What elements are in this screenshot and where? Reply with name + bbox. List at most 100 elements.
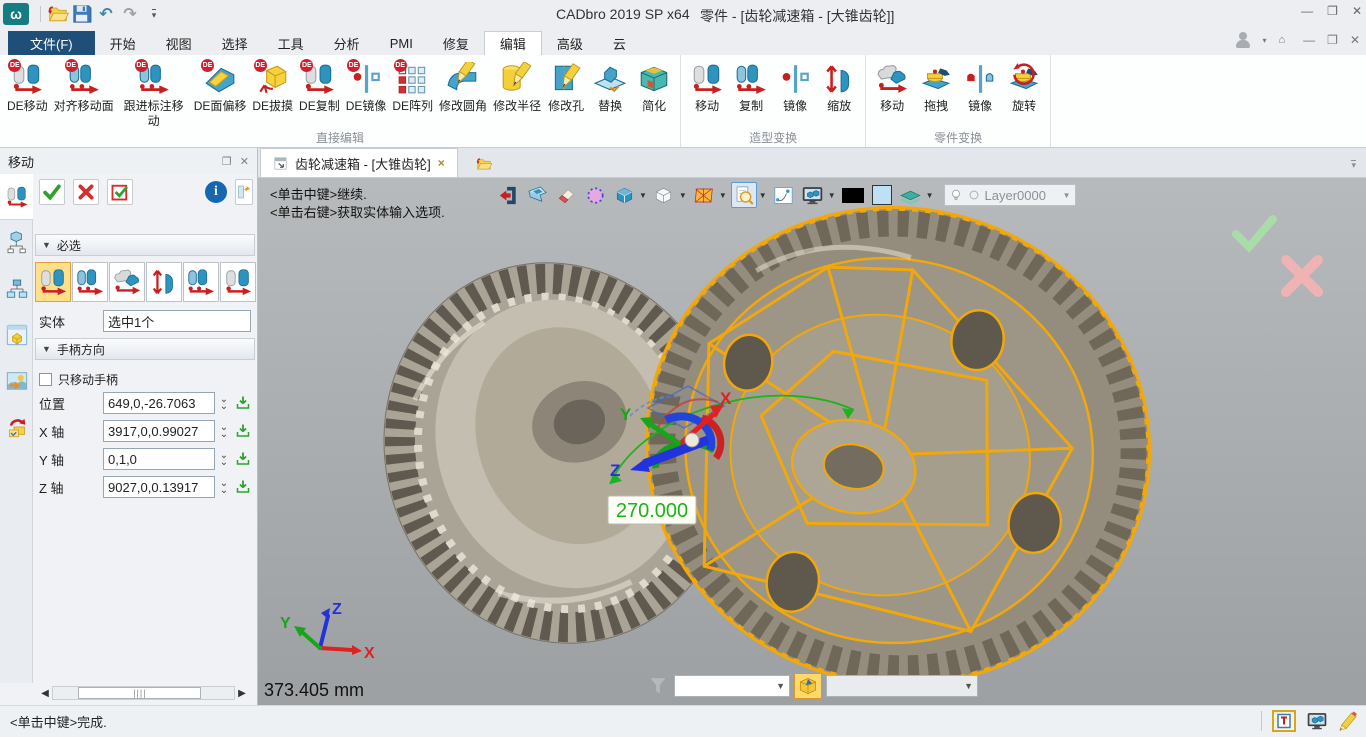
tab-analyze[interactable]: 分析 bbox=[319, 31, 375, 55]
view-orientation-button[interactable] bbox=[691, 182, 717, 208]
move-handle-only-checkbox[interactable] bbox=[39, 373, 52, 386]
quick-access-more-button[interactable]: ▾ bbox=[152, 9, 157, 19]
section-handle-direction[interactable]: ▼ 手柄方向 bbox=[35, 338, 255, 360]
y-axis-field[interactable]: 0,1,0 bbox=[103, 448, 215, 470]
panel-restore-icon[interactable]: ❐ bbox=[222, 155, 232, 168]
pick-from-scene-icon[interactable] bbox=[235, 451, 251, 467]
exit-button[interactable] bbox=[495, 182, 521, 208]
layers-button[interactable] bbox=[898, 182, 924, 208]
tab-select[interactable]: 选择 bbox=[207, 31, 263, 55]
button-shape-copy[interactable]: 复制 bbox=[729, 57, 773, 116]
pick-from-scene-icon[interactable] bbox=[235, 479, 251, 495]
entity-field[interactable]: 选中1个 bbox=[103, 310, 251, 332]
section-required[interactable]: ▼ 必选 bbox=[35, 234, 255, 256]
monitor-icon[interactable] bbox=[1306, 710, 1328, 732]
chevron-down-icon[interactable]: ▼ bbox=[828, 191, 836, 200]
mode-frame-move-button[interactable] bbox=[183, 262, 219, 302]
button-replace[interactable]: 替换 bbox=[588, 57, 632, 116]
mode-align-move-button[interactable] bbox=[220, 262, 256, 302]
chevron-down-icon[interactable]: ▼ bbox=[679, 191, 687, 200]
chevron-down-icon[interactable]: ⌄⌄ bbox=[215, 424, 233, 438]
button-de-copy[interactable]: DEDE复制 bbox=[296, 57, 343, 116]
doc-minimize-button[interactable]: — bbox=[1303, 33, 1315, 47]
edit-pencil-icon[interactable] bbox=[1338, 711, 1358, 731]
button-part-drag[interactable]: 拖拽 bbox=[914, 57, 958, 116]
panel-close-icon[interactable]: ✕ bbox=[240, 155, 249, 168]
x-axis-field[interactable]: 3917,0,0.99027 bbox=[103, 420, 215, 442]
render-settings-button[interactable] bbox=[800, 182, 826, 208]
button-align-move-face[interactable]: DE对齐移动面 bbox=[51, 57, 117, 116]
layer-combobox[interactable]: Layer0000 ▼ bbox=[944, 184, 1076, 206]
filter-funnel-icon[interactable] bbox=[646, 674, 670, 698]
tab-advanced[interactable]: 高级 bbox=[542, 31, 598, 55]
scroll-left-icon[interactable]: ◀ bbox=[38, 688, 52, 699]
button-de-mirror[interactable]: DEDE镜像 bbox=[343, 57, 390, 116]
model-scene[interactable]: X Y Z 270.000 Z X Y bbox=[258, 178, 1366, 705]
secondary-combobox[interactable]: ▼ bbox=[826, 675, 978, 697]
button-de-move[interactable]: DEDE移动 bbox=[4, 57, 51, 116]
viewport[interactable]: X Y Z 270.000 Z X Y <单击中键>继续. <单击右键>获取实体… bbox=[258, 178, 1366, 705]
shaded-display-button[interactable] bbox=[611, 182, 637, 208]
mode-dynamic-move-button[interactable] bbox=[35, 262, 71, 302]
open-document-icon[interactable] bbox=[474, 155, 494, 173]
ghost-confirm-icon[interactable] bbox=[1236, 219, 1273, 247]
tab-start[interactable]: 开始 bbox=[95, 31, 151, 55]
tab-edit[interactable]: 编辑 bbox=[484, 31, 542, 55]
pick-from-scene-icon[interactable] bbox=[235, 395, 251, 411]
mode-direction-move-button[interactable] bbox=[109, 262, 145, 302]
tab-list-dropdown-icon[interactable]: ▾ bbox=[1351, 160, 1356, 169]
cancel-button[interactable] bbox=[73, 179, 99, 205]
tab-view[interactable]: 视图 bbox=[151, 31, 207, 55]
scroll-right-icon[interactable]: ▶ bbox=[235, 688, 249, 699]
minimize-button[interactable]: — bbox=[1301, 4, 1313, 18]
dock-side-button[interactable] bbox=[235, 179, 253, 205]
close-button[interactable]: ✕ bbox=[1352, 4, 1362, 18]
strip-image-export-icon[interactable] bbox=[0, 358, 33, 404]
chevron-down-icon[interactable]: ▼ bbox=[759, 191, 767, 200]
chevron-down-icon[interactable]: ⌄⌄ bbox=[215, 396, 233, 410]
panel-h-scrollbar[interactable]: ◀ |||| ▶ bbox=[38, 685, 249, 701]
background-blue-swatch[interactable] bbox=[869, 182, 895, 208]
tab-close-icon[interactable]: × bbox=[438, 156, 445, 170]
filter-combobox[interactable]: ▼ bbox=[674, 675, 790, 697]
curve-display-button[interactable] bbox=[771, 182, 797, 208]
scrollbar-thumb[interactable]: |||| bbox=[78, 687, 201, 699]
position-field[interactable]: 649,0,-26.7063 bbox=[103, 392, 215, 414]
chevron-down-icon[interactable]: ⌄⌄ bbox=[215, 480, 233, 494]
ghost-cancel-icon[interactable] bbox=[1286, 260, 1318, 292]
tab-cloud[interactable]: 云 bbox=[598, 31, 641, 55]
mode-point-move-button[interactable] bbox=[72, 262, 108, 302]
chevron-down-icon[interactable]: ▼ bbox=[926, 191, 934, 200]
button-part-mirror[interactable]: 镜像 bbox=[958, 57, 1002, 116]
wireframe-display-button[interactable] bbox=[651, 182, 677, 208]
apply-button[interactable] bbox=[107, 179, 133, 205]
button-de-draft[interactable]: DEDE拔摸 bbox=[249, 57, 296, 116]
app-logo-icon[interactable]: ω bbox=[3, 3, 29, 25]
open-file-button[interactable] bbox=[46, 3, 70, 25]
button-simplify[interactable]: 简化 bbox=[632, 57, 676, 116]
strip-assembly-tree-icon[interactable] bbox=[0, 220, 33, 266]
button-shape-move[interactable]: 移动 bbox=[685, 57, 729, 116]
save-button[interactable] bbox=[70, 3, 94, 25]
minimize-ribbon-icon[interactable]: ⌂ bbox=[1279, 34, 1286, 46]
chevron-down-icon[interactable]: ▼ bbox=[719, 191, 727, 200]
doc-restore-button[interactable]: ❐ bbox=[1327, 33, 1338, 47]
button-follow-dim-move[interactable]: DE跟进标注移动 bbox=[117, 57, 191, 131]
background-black-swatch[interactable] bbox=[840, 182, 866, 208]
button-part-move[interactable]: 移动 bbox=[870, 57, 914, 116]
strip-view-manager-icon[interactable] bbox=[0, 312, 33, 358]
ok-button[interactable] bbox=[39, 179, 65, 205]
avatar-dropdown-icon[interactable]: ▾ bbox=[1263, 36, 1267, 45]
user-avatar-icon[interactable] bbox=[1235, 32, 1251, 48]
tab-file[interactable]: 文件(F) bbox=[8, 31, 95, 55]
document-tab[interactable]: 齿轮减速箱 - [大锥齿轮] × bbox=[260, 148, 458, 177]
tab-pmi[interactable]: PMI bbox=[375, 31, 428, 55]
doc-close-button[interactable]: ✕ bbox=[1350, 33, 1360, 47]
z-axis-field[interactable]: 9027,0,0.13917 bbox=[103, 476, 215, 498]
tab-repair[interactable]: 修复 bbox=[428, 31, 484, 55]
button-shape-mirror[interactable]: 镜像 bbox=[773, 57, 817, 116]
strip-structure-icon[interactable] bbox=[0, 266, 33, 312]
select-lasso-button[interactable] bbox=[582, 182, 608, 208]
button-part-rotate[interactable]: 旋转 bbox=[1002, 57, 1046, 116]
info-button[interactable]: i bbox=[205, 181, 227, 203]
